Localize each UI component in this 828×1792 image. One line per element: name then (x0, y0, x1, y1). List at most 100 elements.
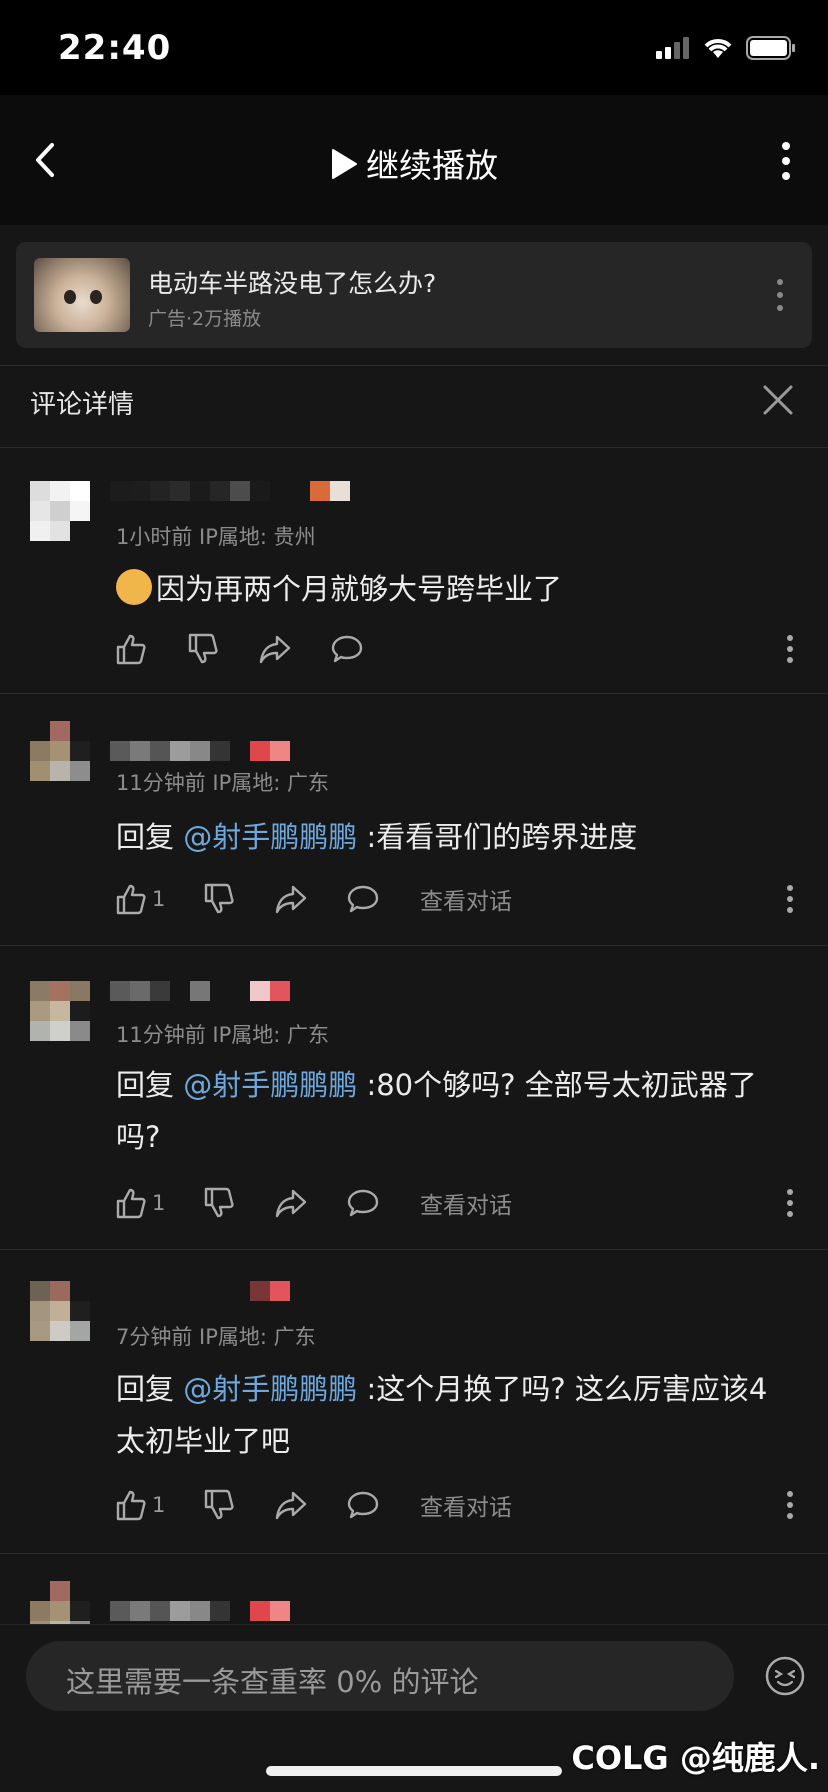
nav-bar: 继续播放 (0, 95, 828, 225)
comment-item: 11分钟前 IP属地: 广东 回复 @射手鹏鹏鹏 :看看哥们的跨界进度 1 查看… (0, 693, 828, 945)
dislike-button[interactable] (202, 1485, 236, 1525)
comment-input-bar: 这里需要一条查重率 0% 的评论 COLG @纯鹿人. (0, 1624, 828, 1792)
mention-link[interactable]: @射手鹏鹏鹏 (183, 1068, 357, 1102)
username-blurred[interactable] (110, 1601, 290, 1623)
like-icon (116, 1188, 146, 1219)
reply-icon (347, 885, 379, 913)
wifi-icon (704, 39, 732, 58)
comment-actions: 1 查看对话 (114, 1485, 794, 1525)
screen: 22:40 继续播放 电动车半路没电了怎么办? 广告·2万播放 评论详情 1小时… (0, 0, 828, 1792)
like-icon (116, 1490, 146, 1521)
emoji-icon[interactable] (764, 1655, 806, 1697)
like-icon (116, 634, 146, 665)
mention-link[interactable]: @射手鹏鹏鹏 (183, 1372, 357, 1406)
share-icon (259, 635, 291, 664)
reply-button[interactable] (346, 1485, 380, 1525)
more-vertical-icon[interactable] (776, 276, 784, 314)
status-time: 22:40 (58, 28, 172, 68)
ad-thumbnail (34, 258, 130, 332)
avatar[interactable] (30, 1281, 90, 1341)
emoji-icon (116, 569, 152, 605)
comment-text: 因为再两个月就够大号跨毕业了 (116, 563, 794, 615)
ad-title: 电动车半路没电了怎么办? (148, 269, 437, 298)
thumb-eye (90, 290, 102, 304)
ad-card[interactable]: 电动车半路没电了怎么办? 广告·2万播放 (16, 242, 812, 348)
dislike-icon (204, 1489, 234, 1520)
avatar[interactable] (30, 721, 90, 781)
comment-item (0, 1553, 828, 1624)
comment-item: 1小时前 IP属地: 贵州 因为再两个月就够大号跨毕业了 (0, 447, 828, 693)
more-vertical-icon[interactable] (780, 141, 792, 181)
status-bar: 22:40 (0, 0, 828, 95)
dislike-icon (188, 633, 218, 664)
reply-button[interactable] (330, 629, 364, 669)
reply-button[interactable] (346, 879, 380, 919)
share-button[interactable] (258, 629, 292, 669)
share-icon (275, 1189, 307, 1218)
comment-input[interactable]: 这里需要一条查重率 0% 的评论 (26, 1641, 734, 1711)
dislike-button[interactable] (202, 1183, 236, 1223)
comment-details-title: 评论详情 (30, 390, 135, 420)
signal-icon (656, 37, 689, 59)
more-vertical-icon[interactable] (786, 883, 794, 915)
reply-icon (331, 635, 363, 663)
comment-text: 回复 @射手鹏鹏鹏 :80个够吗? 全部号太初武器了吗? (116, 1068, 757, 1154)
comment-input-placeholder: 这里需要一条查重率 0% 的评论 (66, 1665, 479, 1699)
share-button[interactable] (274, 1183, 308, 1223)
avatar[interactable] (30, 981, 90, 1041)
like-button[interactable]: 1 (114, 879, 165, 919)
comment-actions: 1 查看对话 (114, 1183, 794, 1223)
like-button[interactable] (114, 629, 148, 669)
comment-actions (114, 629, 794, 669)
comment-text: 回复 @射手鹏鹏鹏 :这个月换了吗? 这么厉害应该4太初毕业了吧 (116, 1372, 768, 1458)
more-vertical-icon[interactable] (786, 1187, 794, 1219)
thumb-eye (64, 290, 76, 304)
comment-text: 回复 @射手鹏鹏鹏 :看看哥们的跨界进度 (116, 820, 638, 854)
comment-actions: 1 查看对话 (114, 879, 794, 919)
like-button[interactable]: 1 (114, 1183, 165, 1223)
share-button[interactable] (274, 1485, 308, 1525)
more-vertical-icon[interactable] (786, 633, 794, 665)
reply-icon (347, 1189, 379, 1217)
close-icon[interactable] (762, 384, 794, 416)
play-icon (332, 149, 357, 179)
username-blurred[interactable] (110, 1281, 290, 1303)
more-vertical-icon[interactable] (786, 1489, 794, 1521)
home-indicator[interactable] (266, 1766, 562, 1776)
dislike-button[interactable] (186, 629, 220, 669)
avatar[interactable] (30, 1581, 90, 1624)
share-icon (275, 1491, 307, 1520)
comment-meta: 1小时前 IP属地: 贵州 (116, 525, 316, 549)
comment-meta: 11分钟前 IP属地: 广东 (116, 1023, 330, 1047)
username-blurred[interactable] (110, 981, 290, 1003)
username-blurred[interactable] (110, 481, 350, 503)
dislike-icon (204, 883, 234, 914)
view-conversation-link[interactable]: 查看对话 (420, 879, 512, 919)
nav-title-label: 继续播放 (366, 146, 498, 185)
comment-item: 7分钟前 IP属地: 广东 回复 @射手鹏鹏鹏 :这个月换了吗? 这么厉害应该4… (0, 1249, 828, 1553)
like-count: 1 (152, 1191, 166, 1215)
comment-meta: 11分钟前 IP属地: 广东 (116, 771, 330, 795)
status-icons (656, 36, 796, 60)
username-blurred[interactable] (110, 741, 290, 763)
like-icon (116, 884, 146, 915)
ad-subtitle: 广告·2万播放 (148, 308, 262, 330)
like-button[interactable]: 1 (114, 1485, 165, 1525)
like-count: 1 (152, 887, 166, 911)
view-conversation-link[interactable]: 查看对话 (420, 1183, 512, 1223)
continue-play-button[interactable]: 继续播放 (0, 139, 828, 187)
watermark: COLG @纯鹿人. (571, 1739, 820, 1777)
share-button[interactable] (274, 879, 308, 919)
dislike-button[interactable] (202, 879, 236, 919)
battery-icon (746, 36, 795, 60)
comment-meta: 7分钟前 IP属地: 广东 (116, 1325, 316, 1349)
avatar[interactable] (30, 481, 90, 541)
view-conversation-link[interactable]: 查看对话 (420, 1485, 512, 1525)
reply-button[interactable] (346, 1183, 380, 1223)
share-icon (275, 885, 307, 914)
divider (0, 365, 828, 366)
comment-item: 11分钟前 IP属地: 广东 回复 @射手鹏鹏鹏 :80个够吗? 全部号太初武器… (0, 945, 828, 1249)
like-count: 1 (152, 1493, 166, 1517)
dislike-icon (204, 1187, 234, 1218)
mention-link[interactable]: @射手鹏鹏鹏 (183, 820, 357, 854)
